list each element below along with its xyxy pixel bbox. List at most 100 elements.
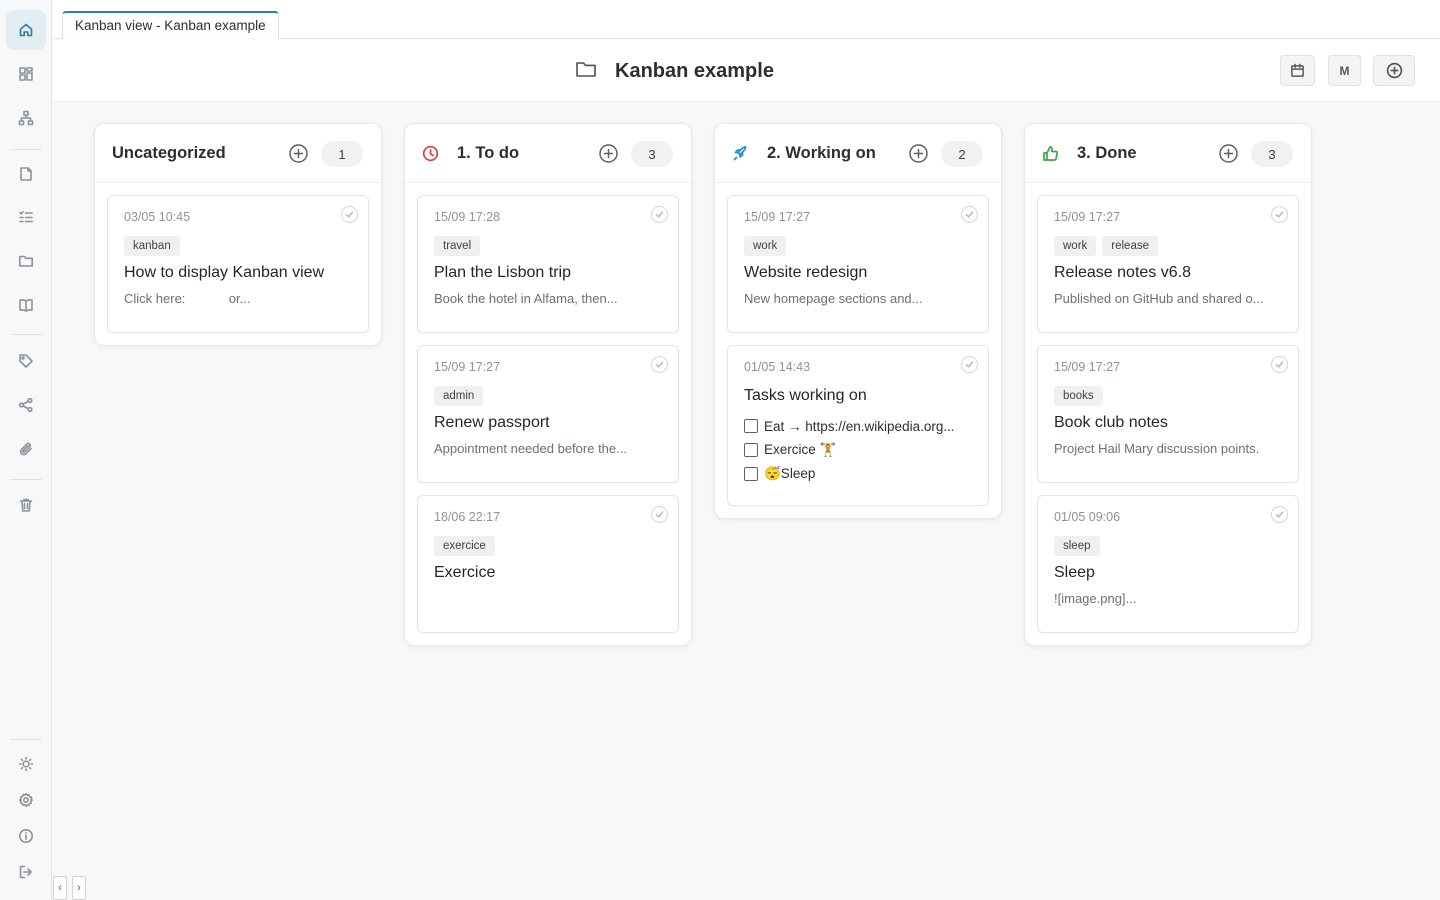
plus-circle-icon	[599, 144, 618, 163]
card-title: Book club notes	[1054, 414, 1168, 431]
card-snippet: New homepage sections and...	[744, 291, 923, 306]
note-card[interactable]: 01/05 14:43 Tasks working on Eat → https:/…	[727, 345, 989, 506]
tasks-icon[interactable]	[6, 197, 46, 237]
clock-icon	[422, 145, 439, 162]
page-header: Kanban example M	[53, 40, 1440, 102]
tag-chip[interactable]: exercice	[434, 536, 495, 556]
note-card[interactable]: 15/09 17:28 travel Plan the Lisbon trip Boo…	[417, 195, 679, 333]
note-card[interactable]: 15/09 17:27 work Website redesign New homep…	[727, 195, 989, 333]
checklist-item: Eat → https://en.wikipedia.org...	[744, 414, 972, 438]
add-note-button[interactable]	[1373, 55, 1415, 86]
card-date: 15/09 17:28	[434, 210, 501, 224]
add-card-button[interactable]	[288, 143, 309, 164]
info-icon[interactable]	[6, 816, 46, 856]
tag-chip[interactable]: release	[1102, 236, 1158, 256]
column-header: Uncategorized 1	[95, 124, 381, 183]
card-date: 15/09 17:27	[434, 360, 501, 374]
card-date: 01/05 14:43	[744, 360, 811, 374]
card-title: Sleep	[1054, 564, 1095, 581]
card-title: How to display Kanban view	[124, 264, 325, 281]
tag-chip[interactable]: work	[744, 236, 787, 256]
complete-check-icon[interactable]	[961, 206, 978, 223]
column-count-badge: 1	[321, 141, 363, 167]
sidebar-divider	[10, 479, 42, 480]
complete-check-icon[interactable]	[961, 356, 978, 373]
folder-icon	[575, 58, 597, 85]
complete-check-icon[interactable]	[1271, 206, 1288, 223]
kanban-column: 3. Done 3 15/09 17:27 work release Release no…	[1024, 123, 1312, 646]
column-title: Uncategorized	[112, 143, 226, 162]
add-card-button[interactable]	[598, 143, 619, 164]
note-card[interactable]: 15/09 17:27 books Book club notes Project H…	[1037, 345, 1299, 483]
user-avatar-button[interactable]: M	[1328, 55, 1361, 86]
collapse-sidebar-button[interactable]: ‹	[53, 876, 67, 900]
complete-check-icon[interactable]	[1271, 356, 1288, 373]
plus-circle-icon	[1219, 144, 1238, 163]
complete-check-icon[interactable]	[651, 506, 668, 523]
tag-icon[interactable]	[6, 341, 46, 381]
note-card[interactable]: 03/05 10:45 kanban How to display Kanban v…	[107, 195, 369, 333]
sidebar-divider	[10, 149, 42, 150]
tag-chip[interactable]: work	[1054, 236, 1097, 256]
paperclip-icon[interactable]	[6, 429, 46, 469]
expand-sidebar-button[interactable]: ›	[72, 876, 86, 900]
tab-kanban-view[interactable]: Kanban view - Kanban example	[62, 11, 279, 39]
hierarchy-icon[interactable]	[6, 98, 46, 138]
tag-chip[interactable]: admin	[434, 386, 484, 406]
note-card[interactable]: 01/05 09:06 sleep Sleep ![image.png]...	[1037, 495, 1299, 633]
card-tags: travel	[434, 236, 662, 256]
card-snippet: ![image.png]...	[1054, 591, 1137, 606]
note-icon[interactable]	[6, 154, 46, 194]
checklist-item: 😴Sleep	[744, 462, 972, 486]
card-title: Website redesign	[744, 264, 868, 281]
column-title: 2. Working on	[767, 143, 876, 162]
checkbox[interactable]	[744, 419, 758, 433]
home-icon[interactable]	[6, 10, 46, 50]
dashboard-icon[interactable]	[6, 54, 46, 94]
gear-icon[interactable]	[6, 780, 46, 820]
tag-chip[interactable]: books	[1054, 386, 1103, 406]
card-date: 15/09 17:27	[1054, 360, 1121, 374]
checklist-item: Exercice 🏋	[744, 438, 972, 462]
add-card-button[interactable]	[908, 143, 929, 164]
calendar-button[interactable]	[1280, 55, 1315, 86]
kanban-column: Uncategorized 1 03/05 10:45 kanban How to di…	[94, 123, 382, 346]
book-icon[interactable]	[6, 285, 46, 325]
checkbox[interactable]	[744, 443, 758, 457]
column-header: 3. Done 3	[1025, 124, 1311, 183]
share-icon[interactable]	[6, 385, 46, 425]
card-tags: work release	[1054, 236, 1282, 256]
logout-icon[interactable]	[6, 852, 46, 892]
tag-chip[interactable]: kanban	[124, 236, 180, 256]
card-tags: admin	[434, 386, 662, 406]
card-title: Release notes v6.8	[1054, 264, 1191, 281]
calendar-icon	[1290, 63, 1305, 78]
folder-icon[interactable]	[6, 241, 46, 281]
add-card-button[interactable]	[1218, 143, 1239, 164]
plus-circle-icon	[909, 144, 928, 163]
plus-circle-icon	[1386, 62, 1403, 79]
sidebar-divider	[10, 334, 42, 335]
tag-chip[interactable]: travel	[434, 236, 481, 256]
note-card[interactable]: 18/06 22:17 exercice Exercice	[417, 495, 679, 633]
card-title: Tasks working on	[744, 387, 867, 404]
kanban-column: 1. To do 3 15/09 17:28 travel Plan the Lisbo…	[404, 123, 692, 646]
sun-icon[interactable]	[6, 744, 46, 784]
complete-check-icon[interactable]	[1271, 506, 1288, 523]
checkbox[interactable]	[744, 467, 758, 481]
card-tags: books	[1054, 386, 1282, 406]
complete-check-icon[interactable]	[651, 206, 668, 223]
rocket-icon	[732, 145, 749, 162]
complete-check-icon[interactable]	[341, 206, 358, 223]
tag-chip[interactable]: sleep	[1054, 536, 1100, 556]
thumbs-up-icon	[1042, 145, 1059, 162]
trash-icon[interactable]	[6, 485, 46, 525]
card-tags: kanban	[124, 236, 352, 256]
card-date: 15/09 17:27	[744, 210, 811, 224]
card-date: 01/05 09:06	[1054, 510, 1121, 524]
complete-check-icon[interactable]	[651, 356, 668, 373]
card-snippet: Project Hail Mary discussion points.	[1054, 441, 1260, 456]
sidebar: ‹ ›	[0, 0, 86, 900]
note-card[interactable]: 15/09 17:27 work release Release notes v6.8…	[1037, 195, 1299, 333]
note-card[interactable]: 15/09 17:27 admin Renew passport Appointmen…	[417, 345, 679, 483]
